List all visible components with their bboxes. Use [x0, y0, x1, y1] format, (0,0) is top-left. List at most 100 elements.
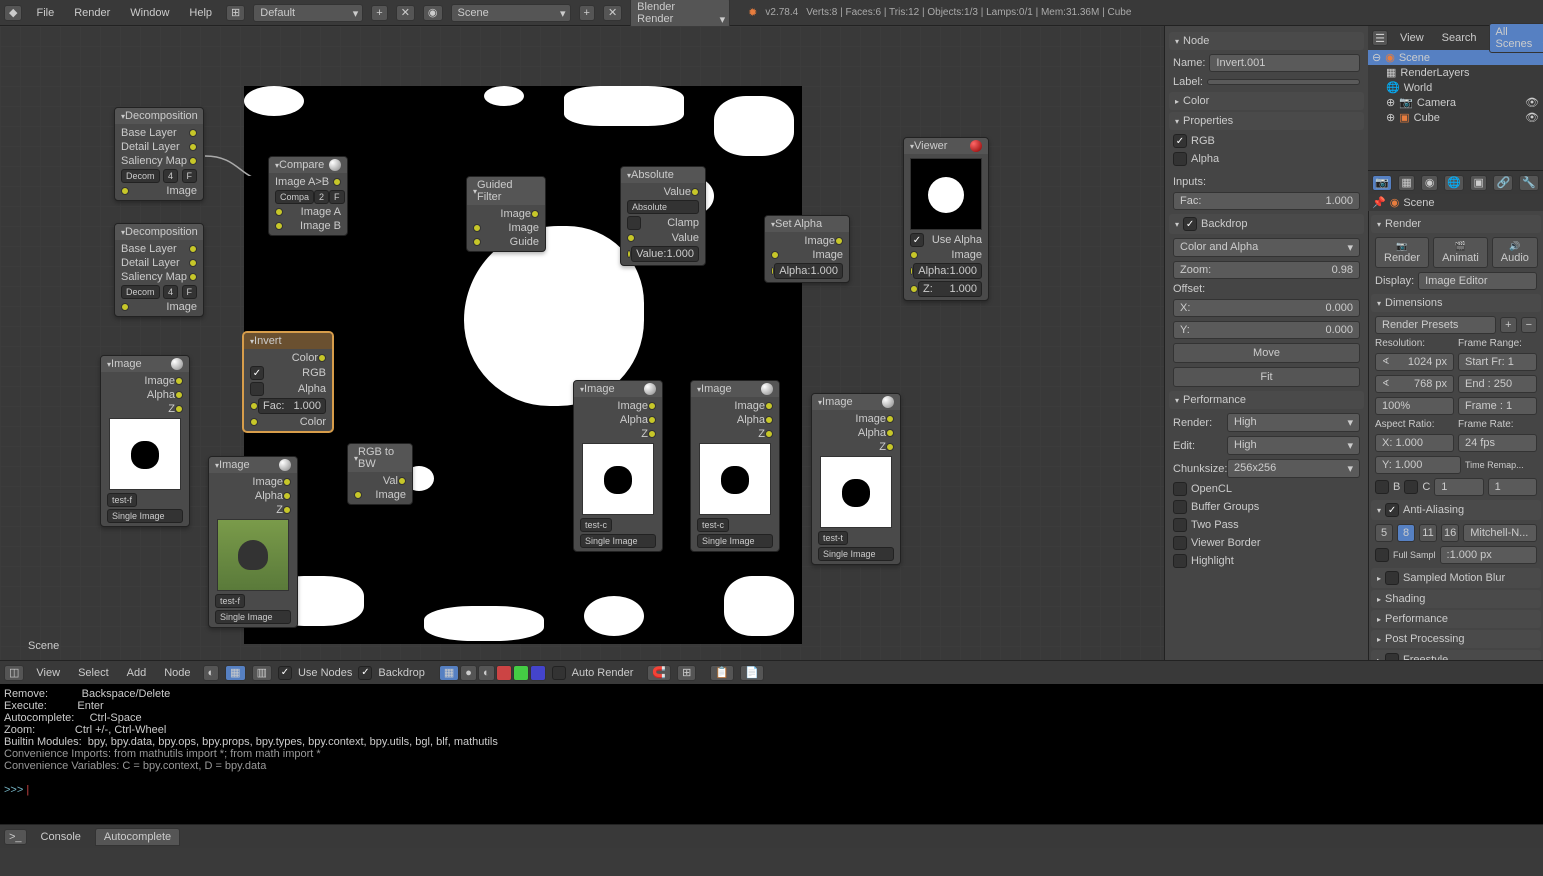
paste-nodes-button[interactable]: 📄 — [740, 665, 764, 681]
properties-tab-layers[interactable]: ▦ — [1398, 175, 1415, 191]
outliner-mode-dropdown[interactable]: All Scenes — [1489, 23, 1543, 53]
outliner[interactable]: ⊖◉Scene ▦RenderLayers 🌐World ⊕📷Camera👁 ⊕… — [1368, 50, 1543, 170]
texture-nodes-button[interactable]: ▥ — [252, 665, 272, 681]
alpha-field[interactable]: 1.000 — [810, 265, 838, 277]
menu-help[interactable]: Help — [183, 5, 218, 21]
fac-field[interactable]: 1.000 — [293, 400, 321, 412]
node-field-num[interactable]: 2 — [314, 190, 329, 204]
editor-type-icon[interactable]: >_ — [4, 829, 27, 845]
viewer-border-checkbox[interactable] — [1173, 536, 1187, 550]
value-field[interactable]: 1.000 — [666, 248, 694, 260]
node-image[interactable]: Image Image Alpha Z test-f Single Image — [100, 355, 190, 527]
socket-out[interactable] — [648, 416, 656, 424]
socket-out[interactable] — [765, 416, 773, 424]
node-editor[interactable]: Decomposition Base Layer Detail Layer Sa… — [0, 26, 1164, 660]
channel-rgb-button[interactable]: ● — [460, 665, 477, 681]
image-field[interactable]: test-c — [697, 518, 729, 532]
fake-user-button[interactable]: F — [182, 285, 198, 299]
frame-input[interactable]: Frame : 1 — [1458, 397, 1537, 415]
use-alpha-checkbox[interactable] — [910, 233, 924, 247]
panel-post-processing[interactable]: Post Processing — [1371, 630, 1541, 648]
move-button[interactable]: Move — [1173, 343, 1360, 363]
mode-dropdown[interactable]: Single Image — [697, 534, 773, 548]
properties-tab-world[interactable]: 🌐 — [1444, 175, 1464, 191]
socket-out[interactable] — [398, 477, 406, 485]
two-pass-checkbox[interactable] — [1173, 518, 1187, 532]
fake-user-button[interactable]: F — [329, 190, 345, 204]
panel-performance[interactable]: Performance — [1169, 391, 1364, 409]
preview-icon[interactable] — [882, 396, 894, 408]
outliner-item-renderlayers[interactable]: ▦RenderLayers — [1368, 65, 1543, 80]
end-frame-input[interactable]: End : 250 — [1458, 375, 1537, 393]
offset-x-input[interactable]: X:0.000 — [1173, 299, 1360, 317]
preview-icon[interactable] — [644, 383, 656, 395]
animation-button[interactable]: 🎬Animati — [1433, 237, 1488, 268]
scene-icon[interactable]: ◉ — [423, 5, 443, 21]
autocomplete-button[interactable]: Autocomplete — [95, 828, 180, 846]
res-y-input[interactable]: ∢768 px — [1375, 375, 1454, 393]
aa-5-button[interactable]: 5 — [1375, 524, 1393, 542]
new-input[interactable]: 1 — [1488, 478, 1537, 496]
aa-checkbox[interactable] — [1385, 503, 1399, 517]
crop-checkbox[interactable] — [1404, 480, 1418, 494]
preview-icon[interactable] — [970, 140, 982, 152]
channel-b-button[interactable] — [530, 665, 546, 681]
mode-dropdown[interactable]: Single Image — [818, 547, 894, 561]
fit-button[interactable]: Fit — [1173, 367, 1360, 387]
node-rgb-to-bw[interactable]: RGB to BW Val Image — [347, 443, 413, 505]
copy-nodes-button[interactable]: 📋 — [710, 665, 734, 681]
socket-out[interactable] — [765, 430, 773, 438]
filter-size-input[interactable]: :1.000 px — [1440, 546, 1537, 564]
node-field[interactable]: Decom — [121, 285, 160, 299]
remove-scene-button[interactable]: ✕ — [603, 5, 622, 21]
node-field[interactable]: Compa — [275, 190, 314, 204]
remove-preset-button[interactable]: − — [1521, 317, 1537, 333]
alpha-checkbox[interactable] — [250, 382, 264, 396]
audio-button[interactable]: 🔊Audio — [1492, 237, 1538, 268]
add-layout-button[interactable]: + — [371, 5, 387, 21]
compositor-nodes-button[interactable]: ▦ — [225, 665, 245, 681]
old-input[interactable]: 1 — [1434, 478, 1483, 496]
rgb-checkbox[interactable] — [250, 366, 264, 380]
use-nodes-checkbox[interactable] — [278, 666, 292, 680]
socket-out[interactable] — [283, 506, 291, 514]
socket-in[interactable] — [473, 224, 481, 232]
backdrop-checkbox[interactable] — [358, 666, 372, 680]
aspect-x-input[interactable]: X: 1.000 — [1375, 434, 1454, 452]
socket-out[interactable] — [648, 402, 656, 410]
node-compare[interactable]: Compare Image A>B Compa2F Image A Image … — [268, 156, 348, 236]
node-absolute[interactable]: Absolute Value Absolute Clamp Value Valu… — [620, 166, 706, 266]
node-field[interactable]: Decom — [121, 169, 160, 183]
channel-rgba-button[interactable]: ▦ — [439, 665, 459, 681]
socket-in[interactable] — [250, 402, 258, 410]
presets-dropdown[interactable]: Render Presets — [1375, 316, 1496, 334]
socket-in[interactable] — [250, 418, 258, 426]
socket-out[interactable] — [189, 259, 197, 267]
python-console[interactable]: Remove: Backspace/Delete Execute: Enter … — [0, 684, 1543, 824]
name-input[interactable]: Invert.001 — [1209, 54, 1360, 72]
mode-dropdown[interactable]: Single Image — [215, 610, 291, 624]
node-set-alpha[interactable]: Set Alpha Image Image Alpha:1.000 — [764, 215, 850, 283]
blender-icon[interactable]: ◆ — [4, 5, 22, 21]
fps-dropdown[interactable]: 24 fps — [1458, 434, 1537, 452]
clamp-checkbox[interactable] — [627, 216, 641, 230]
snap-type-dropdown[interactable]: ⊞ — [677, 665, 696, 681]
node-field-num[interactable]: 4 — [163, 169, 178, 183]
opencl-checkbox[interactable] — [1173, 482, 1187, 496]
menu-render[interactable]: Render — [68, 5, 116, 21]
render-engine-dropdown[interactable]: Blender Render — [630, 0, 730, 28]
image-field[interactable]: test-f — [215, 594, 245, 608]
socket-out[interactable] — [175, 377, 183, 385]
outliner-search-menu[interactable]: Search — [1436, 30, 1483, 46]
panel-shading[interactable]: Shading — [1371, 590, 1541, 608]
channel-bw-button[interactable]: ◐ — [478, 665, 495, 681]
socket-out[interactable] — [531, 210, 539, 218]
node-invert[interactable]: Invert Color RGB Alpha Fac:1.000 Color — [243, 332, 333, 432]
socket-out[interactable] — [175, 391, 183, 399]
panel-backdrop[interactable]: Backdrop — [1169, 214, 1364, 234]
properties-tab-render[interactable]: 📷 — [1372, 175, 1392, 191]
outliner-item-camera[interactable]: ⊕📷Camera👁 — [1368, 95, 1543, 110]
console-menu[interactable]: Console — [35, 829, 87, 845]
label-input[interactable] — [1207, 79, 1360, 85]
panel-node[interactable]: Node — [1169, 32, 1364, 50]
